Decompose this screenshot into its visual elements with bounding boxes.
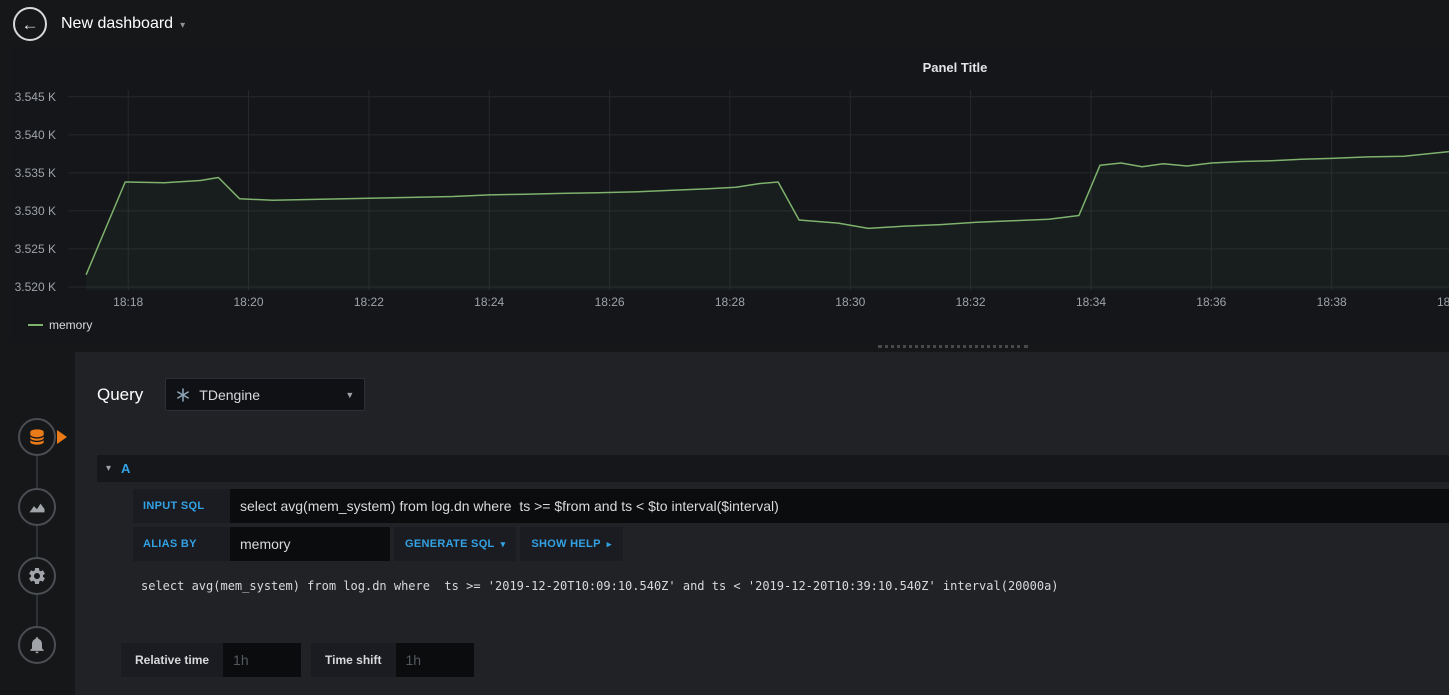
x-axis-tick-label: 18:32: [955, 295, 986, 309]
y-axis-tick-label: 3.535 K: [14, 165, 56, 180]
input-sql-field[interactable]: [230, 489, 1449, 523]
x-axis-tick-label: 18:20: [233, 295, 264, 309]
datasource-name: TDengine: [199, 386, 260, 403]
alias-by-field[interactable]: [230, 527, 390, 561]
timeseries-plot[interactable]: [68, 90, 1449, 290]
query-heading: Query: [97, 384, 144, 404]
tab-connector-line: [36, 437, 38, 645]
query-form-rows: INPUT SQL ALIAS BY GENERATE SQL ▾ SHOW H…: [133, 489, 1449, 593]
database-icon: [29, 429, 45, 445]
show-help-label: SHOW HELP: [531, 538, 601, 550]
query-header: Query TDengine ▼: [75, 352, 1449, 411]
x-axis-tick-label: 18:22: [353, 295, 384, 309]
panel-resize-row: [0, 343, 1449, 352]
query-time-options: Relative time Time shift: [121, 643, 474, 677]
datasource-logo-icon: [176, 387, 190, 402]
legend-item-memory[interactable]: memory: [28, 318, 92, 332]
y-axis: 3.545 K 3.540 K 3.535 K 3.530 K 3.525 K 3.520…: [10, 89, 56, 294]
panel-editor-tabs: [0, 352, 75, 695]
x-axis-tick-label: 18:24: [474, 295, 505, 309]
tab-general[interactable]: [18, 557, 56, 595]
top-navbar: ← New dashboard ▾: [0, 0, 1449, 48]
query-block: ▾ A INPUT SQL ALIAS BY GENERATE SQL ▾: [97, 455, 1449, 593]
x-axis-tick-label: 18:34: [1075, 295, 1107, 309]
time-shift-label: Time shift: [311, 643, 396, 677]
query-editor-pane: Query TDengine ▼ ▾ A INPUT SQL select av…: [75, 352, 1449, 695]
x-axis-tick-label: 18:40: [1436, 295, 1449, 309]
caret-right-icon: ▸: [606, 538, 612, 549]
input-sql-label: INPUT SQL: [133, 489, 230, 523]
query-row-header[interactable]: ▾ A: [97, 455, 1449, 482]
panel-title[interactable]: Panel Title: [10, 60, 1449, 75]
legend-label: memory: [49, 318, 93, 332]
alias-by-row: ALIAS BY GENERATE SQL ▾ SHOW HELP ▸: [133, 527, 1449, 561]
dashboard-title: New dashboard: [61, 15, 174, 32]
tab-visualization[interactable]: [18, 488, 56, 526]
legend: memory: [28, 318, 92, 332]
x-axis-tick-label: 18:28: [714, 295, 745, 309]
tab-alert[interactable]: [18, 626, 56, 664]
graph-icon: [29, 503, 45, 513]
dashboard-title-menu[interactable]: New dashboard ▾: [61, 15, 185, 33]
y-axis-tick-label: 3.545 K: [14, 89, 56, 104]
active-tab-arrow: [57, 430, 67, 444]
legend-color-swatch: [28, 324, 43, 326]
bell-icon: [30, 637, 44, 654]
x-axis-tick-label: 18:26: [594, 295, 625, 309]
relative-time-input[interactable]: [223, 643, 302, 677]
generated-sql-preview: select avg(mem_system) from log.dn where…: [141, 579, 1059, 593]
caret-down-icon: ▾: [500, 538, 506, 549]
panel-editor: Query TDengine ▼ ▾ A INPUT SQL select av…: [0, 352, 1449, 695]
tab-queries[interactable]: [18, 418, 56, 456]
datasource-picker[interactable]: TDengine ▼: [165, 378, 366, 411]
generate-sql-button[interactable]: GENERATE SQL ▾: [394, 527, 517, 561]
x-axis-tick-label: 18:38: [1316, 295, 1347, 309]
back-arrow-icon: ←: [21, 14, 39, 34]
x-axis-tick-label: 18:30: [835, 295, 866, 309]
x-axis-tick-label: 18:36: [1196, 295, 1227, 309]
graph-panel: Panel Title 3.545 K 3.540 K 3.535 K 3.530 K…: [10, 48, 1449, 343]
input-sql-row: INPUT SQL: [133, 489, 1449, 523]
y-axis-tick-label: 3.540 K: [14, 127, 56, 142]
time-shift-input[interactable]: [395, 643, 474, 677]
caret-down-icon: ▾: [106, 463, 112, 474]
caret-down-icon: ▾: [180, 20, 186, 31]
generate-sql-label: GENERATE SQL: [405, 538, 495, 550]
gear-icon: [29, 568, 45, 584]
x-axis-tick-label: 18:18: [113, 295, 144, 309]
back-button[interactable]: ←: [13, 7, 47, 41]
y-axis-tick-label: 3.530 K: [14, 203, 56, 218]
relative-time-label: Relative time: [121, 643, 224, 677]
query-ref-id: A: [121, 461, 131, 476]
y-axis-tick-label: 3.525 K: [14, 241, 56, 256]
resize-handle[interactable]: [878, 345, 1028, 348]
caret-down-icon: ▼: [345, 389, 355, 400]
x-axis: 18:18 18:20 18:22 18:24 18:26 18:28 18:30 18:32…: [68, 295, 1449, 311]
y-axis-tick-label: 3.520 K: [14, 280, 56, 294]
show-help-button[interactable]: SHOW HELP ▸: [520, 527, 623, 561]
alias-by-label: ALIAS BY: [133, 527, 230, 561]
